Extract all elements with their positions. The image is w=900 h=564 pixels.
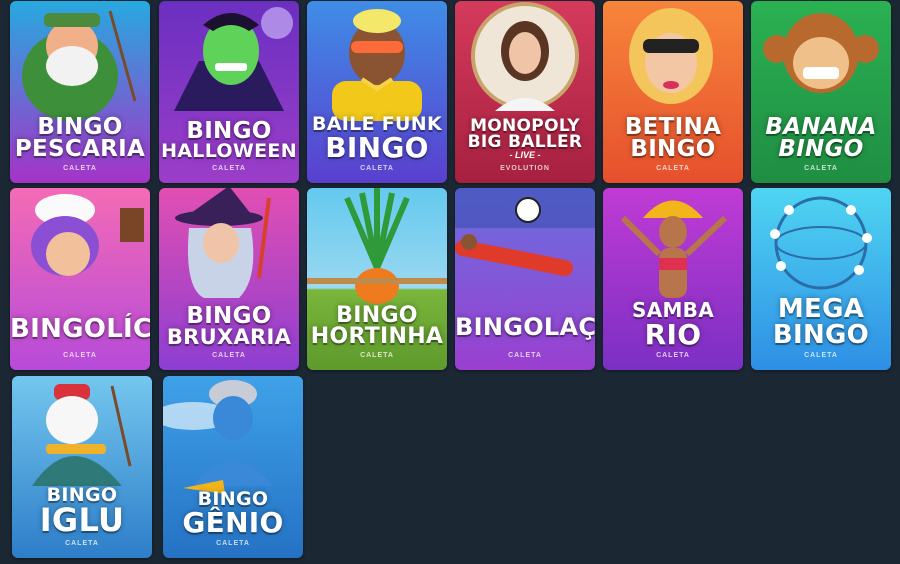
provider-label: CALETA — [63, 352, 97, 359]
live-badge: - LIVE - — [509, 150, 541, 160]
game-title: Mega Bingo — [772, 294, 870, 350]
provider-label: EVOLUTION — [500, 165, 550, 172]
game-title: Samba Rio — [631, 297, 714, 351]
provider-label: CALETA — [508, 352, 542, 359]
provider-label: CALETA — [656, 352, 690, 359]
game-title: Bingo Bruxaria — [166, 302, 292, 350]
provider-label: CALETA — [216, 540, 250, 547]
soccer-player-artwork-icon — [455, 188, 595, 370]
game-card-bingo-hortinha[interactable]: Bingo Hortinha CALETA — [307, 188, 447, 370]
game-title: Bingo Hortinha — [310, 302, 444, 350]
game-card-bingo-iglu[interactable]: Bingo Iglu CALETA — [12, 376, 152, 558]
game-card-baile-funk-bingo[interactable]: Baile Funk Bingo CALETA — [307, 1, 447, 183]
game-card-bingo-halloween[interactable]: Bingo Halloween CALETA — [159, 1, 299, 183]
provider-label: CALETA — [656, 165, 690, 172]
provider-label: CALETA — [63, 165, 97, 172]
provider-label: CALETA — [212, 352, 246, 359]
game-title: Betina Bingo — [624, 113, 722, 163]
game-card-banana-bingo[interactable]: Banana Bingo CALETA — [751, 1, 891, 183]
game-title: Bingolaço — [455, 313, 595, 342]
game-title: Banana Bingo — [765, 113, 877, 163]
game-card-monopoly-big-baller[interactable]: Monopoly Big Baller - LIVE - EVOLUTION — [455, 1, 595, 183]
game-card-bingolaco[interactable]: Bingolaço CALETA — [455, 188, 595, 370]
game-card-bingolicia[interactable]: Bingolícia CALETA — [10, 188, 150, 370]
game-card-bingo-bruxaria[interactable]: Bingo Bruxaria CALETA — [159, 188, 299, 370]
provider-label: CALETA — [804, 165, 838, 172]
game-title: Bingo Pescaria — [14, 113, 146, 163]
provider-label: CALETA — [804, 352, 838, 359]
game-title: Bingolícia — [10, 313, 150, 344]
provider-label: CALETA — [65, 540, 99, 547]
provider-label: CALETA — [360, 352, 394, 359]
game-title: Bingo Gênio — [182, 487, 284, 539]
provider-label: CALETA — [212, 165, 246, 172]
game-title: Bingo Halloween — [161, 117, 297, 163]
game-card-bingo-pescaria[interactable]: Bingo Pescaria CALETA — [10, 1, 150, 183]
game-title: Bingo Iglu — [39, 484, 125, 539]
game-title: Baile Funk Bingo — [312, 112, 442, 164]
game-title: Monopoly Big Baller — [467, 115, 583, 153]
game-card-bingo-genio[interactable]: Bingo Gênio CALETA — [163, 376, 303, 558]
game-card-betina-bingo[interactable]: Betina Bingo CALETA — [603, 1, 743, 183]
game-card-samba-rio[interactable]: Samba Rio CALETA — [603, 188, 743, 370]
provider-label: CALETA — [360, 165, 394, 172]
game-grid: Bingo Pescaria CALETA Bingo Halloween CALE… — [0, 0, 900, 564]
game-card-mega-bingo[interactable]: Mega Bingo CALETA — [751, 188, 891, 370]
